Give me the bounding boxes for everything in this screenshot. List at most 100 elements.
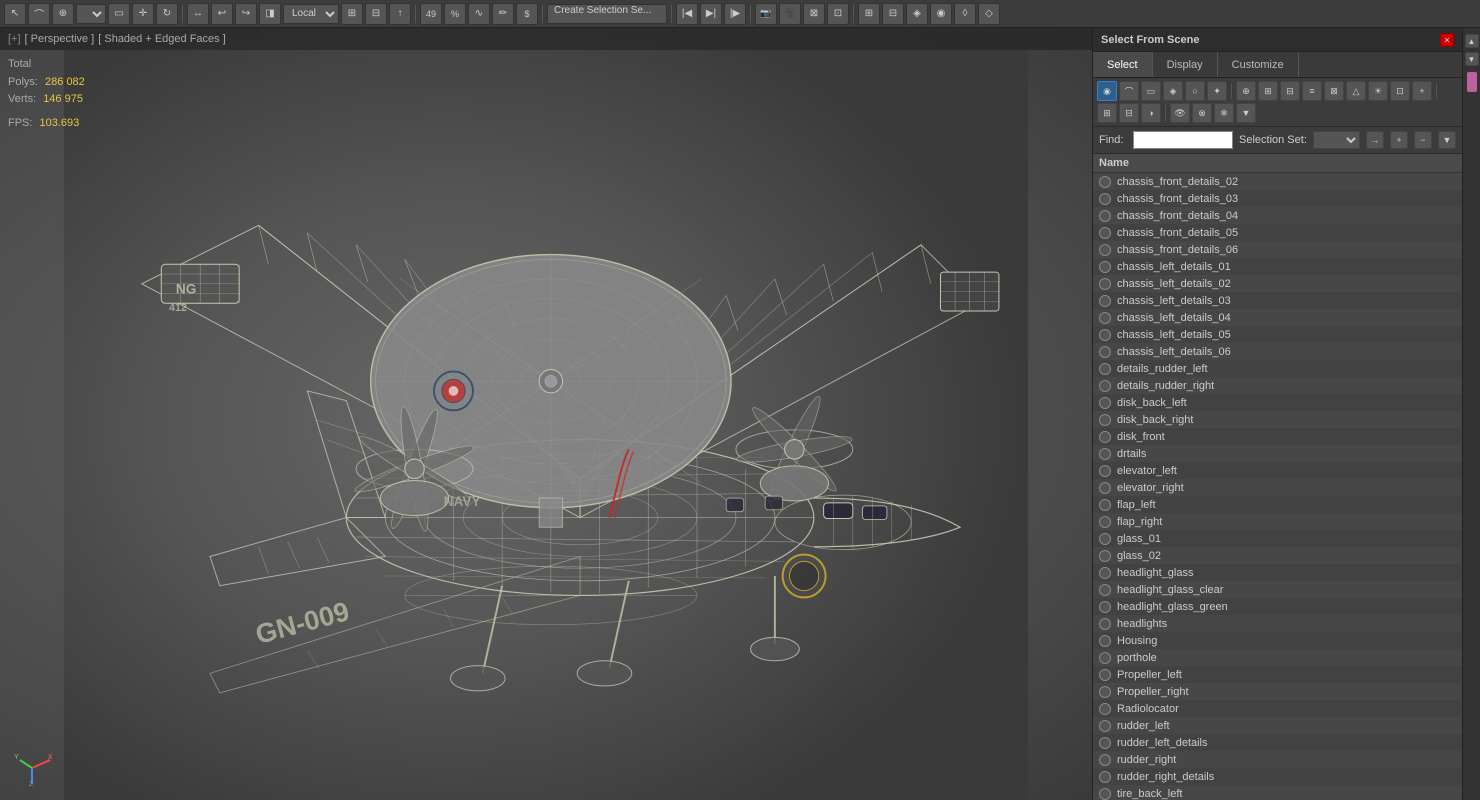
tool-render[interactable]: ◨ xyxy=(259,3,281,25)
tool-pivot[interactable]: ⊞ xyxy=(341,3,363,25)
tool-anim2[interactable]: ▶| xyxy=(700,3,722,25)
light-icon-btn[interactable]: ☀ xyxy=(1368,81,1388,101)
select-icon-btn[interactable]: ◉ xyxy=(1097,81,1117,101)
geo-icon-btn[interactable]: △ xyxy=(1346,81,1366,101)
paint-icon-btn[interactable]: ○ xyxy=(1185,81,1205,101)
list-item[interactable]: chassis_left_details_04 xyxy=(1093,309,1462,326)
helper-icon-btn[interactable]: + xyxy=(1412,81,1432,101)
list-item[interactable]: details_rudder_right xyxy=(1093,377,1462,394)
list-item[interactable]: details_rudder_left xyxy=(1093,360,1462,377)
list-item[interactable]: chassis_front_details_06 xyxy=(1093,241,1462,258)
edge-btn-2[interactable]: ▼ xyxy=(1465,52,1479,66)
find-add-btn[interactable]: + xyxy=(1390,131,1408,149)
tool-edit[interactable]: ✏ xyxy=(492,3,514,25)
cam-icon-btn[interactable]: ⊡ xyxy=(1390,81,1410,101)
viewport[interactable]: [+] [ Perspective ] [ Shaded + Edged Fac… xyxy=(0,28,1092,800)
list-item[interactable]: headlight_glass_green xyxy=(1093,598,1462,615)
tool-num1[interactable]: 49 xyxy=(420,3,442,25)
freeze-icon-btn[interactable]: ❄ xyxy=(1214,103,1234,123)
tool-extra3[interactable]: ◈ xyxy=(906,3,928,25)
tool-cam2[interactable]: 🎥 xyxy=(779,3,801,25)
tool-anim1[interactable]: |◀ xyxy=(676,3,698,25)
list-item[interactable]: chassis_left_details_01 xyxy=(1093,258,1462,275)
list-item[interactable]: flap_left xyxy=(1093,496,1462,513)
tool-snap[interactable]: ⊕ xyxy=(52,3,74,25)
list-item[interactable]: rudder_left_details xyxy=(1093,734,1462,751)
tab-customize[interactable]: Customize xyxy=(1218,52,1299,77)
list-item[interactable]: rudder_right_details xyxy=(1093,768,1462,785)
list-item[interactable]: Housing xyxy=(1093,632,1462,649)
tool-cam3[interactable]: ⊠ xyxy=(803,3,825,25)
list-item[interactable]: Radiolocator xyxy=(1093,700,1462,717)
list-item[interactable]: Propeller_right xyxy=(1093,683,1462,700)
tool-redo[interactable]: ↪ xyxy=(235,3,257,25)
list-item[interactable]: Propeller_left xyxy=(1093,666,1462,683)
list-item[interactable]: porthole xyxy=(1093,649,1462,666)
list-item[interactable]: chassis_front_details_03 xyxy=(1093,190,1462,207)
list-item[interactable]: disk_front xyxy=(1093,428,1462,445)
filter-icon-btn[interactable]: ▼ xyxy=(1236,103,1256,123)
list-item[interactable]: rudder_left xyxy=(1093,717,1462,734)
edge-btn-1[interactable]: ▲ xyxy=(1465,34,1479,48)
list-item[interactable]: headlights xyxy=(1093,615,1462,632)
rect-icon-btn[interactable]: ▭ xyxy=(1141,81,1161,101)
layer-icon-btn[interactable]: ≡ xyxy=(1302,81,1322,101)
tool-rect[interactable]: ▭ xyxy=(108,3,130,25)
tool-script[interactable]: $ xyxy=(516,3,538,25)
tool-curve[interactable]: ∿ xyxy=(468,3,490,25)
find-input[interactable] xyxy=(1133,131,1233,149)
list-item[interactable]: chassis_left_details_02 xyxy=(1093,275,1462,292)
tool-undo[interactable]: ↩ xyxy=(211,3,233,25)
list-item[interactable]: rudder_right xyxy=(1093,751,1462,768)
tool-lasso[interactable]: ⌒ xyxy=(28,3,50,25)
list-item[interactable]: chassis_left_details_03 xyxy=(1093,292,1462,309)
coord-dropdown[interactable]: Local World xyxy=(283,4,339,24)
tool-percent[interactable]: % xyxy=(444,3,466,25)
tool-cam1[interactable]: 📷 xyxy=(755,3,777,25)
list-item[interactable]: headlight_glass_clear xyxy=(1093,581,1462,598)
create-selection-btn[interactable]: Create Selection Se... xyxy=(547,4,667,24)
object-list[interactable]: chassis_front_details_02chassis_front_de… xyxy=(1093,173,1462,800)
tool-extra2[interactable]: ⊟ xyxy=(882,3,904,25)
find-select-btn[interactable]: → xyxy=(1366,131,1384,149)
bone-icon-btn[interactable]: ⊠ xyxy=(1324,81,1344,101)
list-item[interactable]: chassis_left_details_05 xyxy=(1093,326,1462,343)
tool-extra5[interactable]: ◊ xyxy=(954,3,976,25)
group-icon-btn[interactable]: ⊟ xyxy=(1280,81,1300,101)
tool-cam4[interactable]: ⊡ xyxy=(827,3,849,25)
none-icon-btn[interactable]: ⊟ xyxy=(1119,103,1139,123)
list-item[interactable]: tire_back_left xyxy=(1093,785,1462,800)
tool-move[interactable]: ✛ xyxy=(132,3,154,25)
tab-display[interactable]: Display xyxy=(1153,52,1218,77)
display-icon-btn[interactable]: 👁 xyxy=(1170,103,1190,123)
tool-normal[interactable]: ↑ xyxy=(389,3,411,25)
list-item[interactable]: elevator_left xyxy=(1093,462,1462,479)
tab-select[interactable]: Select xyxy=(1093,52,1153,77)
tool-rotate[interactable]: ↻ xyxy=(156,3,178,25)
tool-scale[interactable]: ↔ xyxy=(187,3,209,25)
list-item[interactable]: chassis_front_details_04 xyxy=(1093,207,1462,224)
selection-set-dropdown[interactable] xyxy=(1313,131,1360,149)
list-item[interactable]: glass_02 xyxy=(1093,547,1462,564)
tool-align[interactable]: ⊟ xyxy=(365,3,387,25)
panel-close-button[interactable]: × xyxy=(1440,33,1454,47)
tool-select[interactable]: ↖ xyxy=(4,3,26,25)
lasso-icon-btn[interactable]: ⌒ xyxy=(1119,81,1139,101)
list-item[interactable]: disk_back_right xyxy=(1093,411,1462,428)
all-icon-btn[interactable]: ⊞ xyxy=(1097,103,1117,123)
filter-dropdown[interactable]: All xyxy=(76,4,106,24)
tool-extra1[interactable]: ⊞ xyxy=(858,3,880,25)
list-item[interactable]: drtails xyxy=(1093,445,1462,462)
tool-extra6[interactable]: ◇ xyxy=(978,3,1000,25)
wand-icon-btn[interactable]: ✦ xyxy=(1207,81,1227,101)
tool-anim3[interactable]: |▶ xyxy=(724,3,746,25)
tool-extra4[interactable]: ◉ xyxy=(930,3,952,25)
find-del-btn[interactable]: − xyxy=(1414,131,1432,149)
list-item[interactable]: elevator_right xyxy=(1093,479,1462,496)
fence-icon-btn[interactable]: ◈ xyxy=(1163,81,1183,101)
list-item[interactable]: headlight_glass xyxy=(1093,564,1462,581)
obj-icon-btn[interactable]: ⊞ xyxy=(1258,81,1278,101)
list-item[interactable]: chassis_left_details_06 xyxy=(1093,343,1462,360)
list-item[interactable]: flap_right xyxy=(1093,513,1462,530)
list-item[interactable]: disk_back_left xyxy=(1093,394,1462,411)
